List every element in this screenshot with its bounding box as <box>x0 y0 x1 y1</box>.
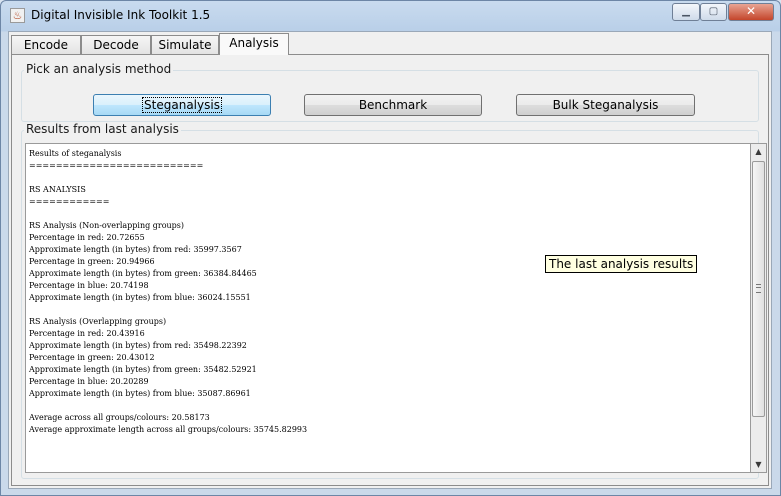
scroll-up-arrow-icon[interactable]: ▲ <box>751 144 766 159</box>
close-button[interactable]: ✕ <box>728 3 774 21</box>
java-app-icon[interactable]: ♨ <box>10 8 25 23</box>
tab-analysis[interactable]: Analysis <box>219 33 289 55</box>
results-group-title: Results from last analysis <box>24 122 181 136</box>
window-title: Digital Invisible Ink Toolkit 1.5 <box>31 8 211 22</box>
steganalysis-button[interactable]: Steganalysis <box>93 94 271 116</box>
app-window: ♨ Digital Invisible Ink Toolkit 1.5 ▁ ▢ … <box>0 0 781 496</box>
tab-decode[interactable]: Decode <box>81 35 151 54</box>
results-text[interactable]: Results of steganalysis ================… <box>26 144 750 436</box>
minimize-button[interactable]: ▁ <box>672 3 700 21</box>
scroll-grip-icon <box>756 284 761 293</box>
results-scrollbar[interactable]: ▲ ▼ <box>750 143 767 473</box>
results-text-area[interactable]: Results of steganalysis ================… <box>25 143 750 473</box>
results-group: Results from last analysis Results of st… <box>21 122 767 479</box>
maximize-button[interactable]: ▢ <box>700 3 727 21</box>
tab-encode[interactable]: Encode <box>11 35 81 54</box>
analysis-method-group-title: Pick an analysis method <box>24 62 174 76</box>
tab-simulate[interactable]: Simulate <box>151 35 219 54</box>
scrollbar-thumb[interactable] <box>752 161 765 417</box>
benchmark-button[interactable]: Benchmark <box>304 94 482 116</box>
scroll-down-arrow-icon[interactable]: ▼ <box>751 457 766 472</box>
steganalysis-button-label: Steganalysis <box>142 97 222 113</box>
bulk-steganalysis-button[interactable]: Bulk Steganalysis <box>516 94 695 116</box>
results-tooltip: The last analysis results <box>545 255 698 273</box>
title-bar[interactable]: ♨ Digital Invisible Ink Toolkit 1.5 ▁ ▢ … <box>1 1 780 31</box>
analysis-method-group: Pick an analysis method Steganalysis Ben… <box>21 62 759 122</box>
